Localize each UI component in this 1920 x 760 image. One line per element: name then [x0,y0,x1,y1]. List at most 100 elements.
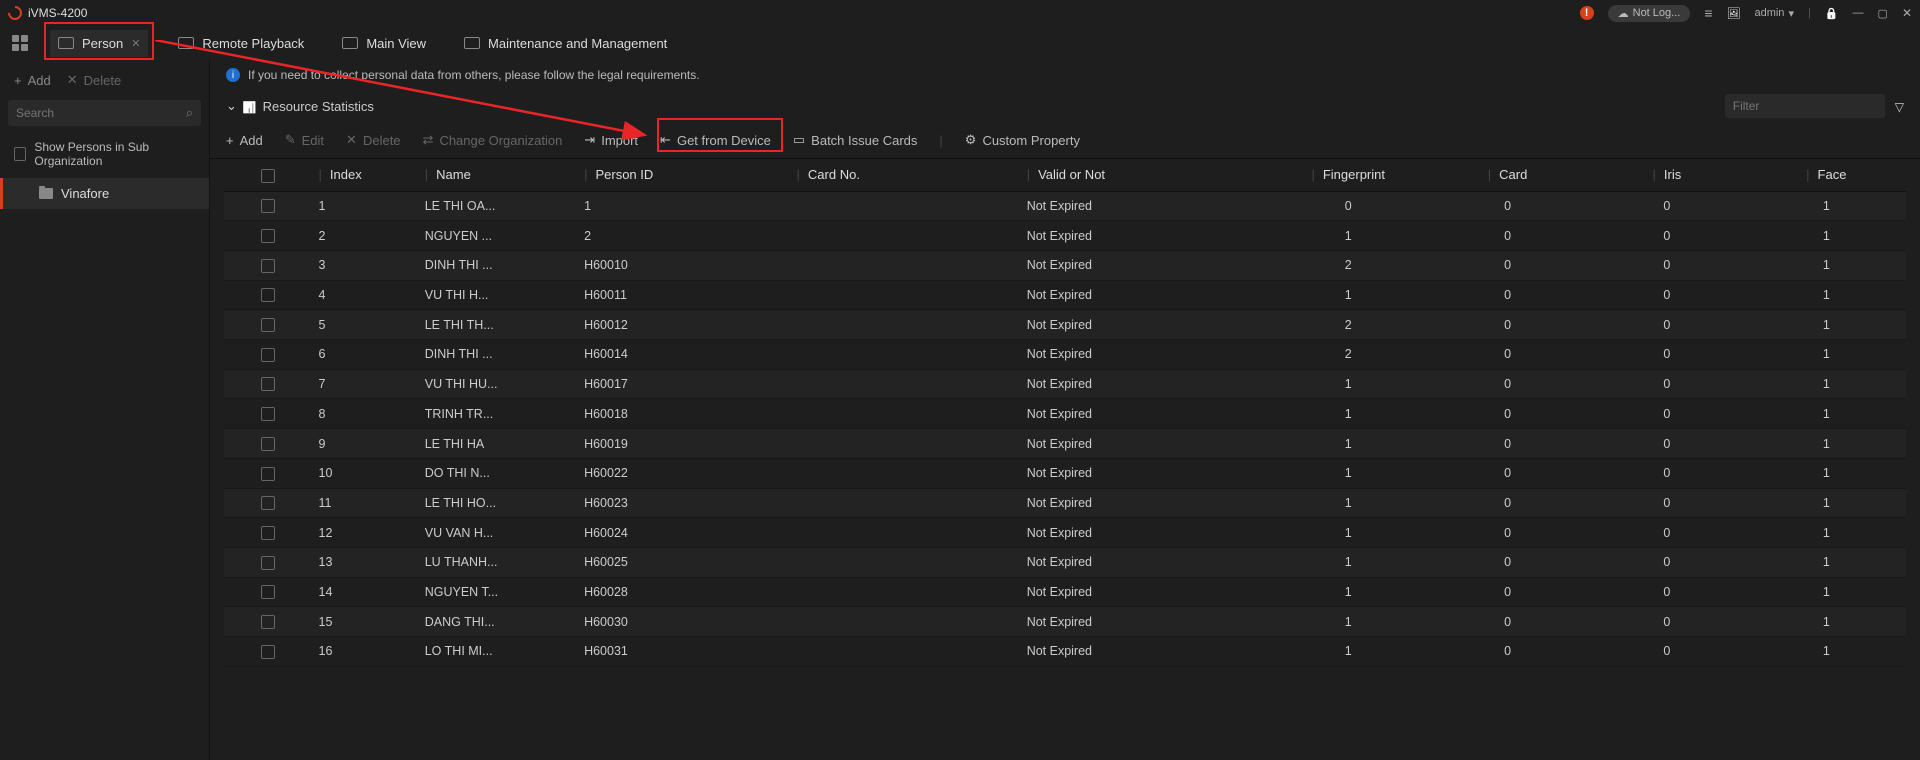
row-checkbox[interactable] [261,645,275,659]
cell-fingerprint: 1 [1269,429,1428,459]
title-bar: iVMS-4200 ! ☁ Not Log... admin ▾ | [0,0,1920,26]
import-button[interactable]: ⇥ Import [584,132,638,148]
table-row[interactable]: 5LE THI TH...H60012Not Expired2001 [224,310,1906,340]
window-minimize-button[interactable] [1853,7,1864,19]
close-icon[interactable]: ✕ [131,37,140,50]
row-checkbox[interactable] [261,556,275,570]
alert-icon[interactable]: ! [1580,6,1594,20]
tab-main-view[interactable]: Main View [334,30,434,57]
table-row[interactable]: 10DO THI N...H60022Not Expired1001 [224,458,1906,488]
app-grid-icon[interactable] [12,35,28,51]
person-table: |Index |Name |Person ID |Card No. |Valid… [224,159,1906,667]
delete-button[interactable]: ✕ Delete [346,132,400,148]
org-search-input[interactable] [16,106,186,120]
window-close-button[interactable] [1902,6,1912,20]
cell-fingerprint: 2 [1269,250,1428,280]
edit-button[interactable]: ✎ Edit [285,132,324,148]
org-add-button[interactable]: + Add [14,73,51,88]
tab-remote-playback[interactable]: Remote Playback [170,30,312,57]
row-checkbox[interactable] [261,615,275,629]
cell-card-no [791,250,1021,280]
cell-name: LO THI MI... [419,637,578,667]
table-row[interactable]: 11LE THI HO...H60023Not Expired1001 [224,488,1906,518]
col-face: |Face [1747,159,1906,191]
menu-list-icon[interactable] [1704,5,1712,21]
table-row[interactable]: 1LE THI OA...1Not Expired0001 [224,191,1906,221]
filter-icon[interactable] [1895,99,1904,114]
cell-fingerprint: 1 [1269,399,1428,429]
org-tree-item[interactable]: Vinafore [0,178,209,209]
cell-index: 9 [313,429,419,459]
row-checkbox[interactable] [261,526,275,540]
cloud-icon: ☁ [1618,7,1629,20]
custom-property-button[interactable]: ⚙ Custom Property [965,132,1080,148]
row-checkbox[interactable] [261,585,275,599]
row-checkbox[interactable] [261,407,275,421]
cell-index: 10 [313,458,419,488]
row-checkbox[interactable] [261,288,275,302]
cell-name: VU VAN H... [419,518,578,548]
filter-input[interactable] [1733,99,1888,113]
row-checkbox[interactable] [261,259,275,273]
tab-person[interactable]: Person ✕ [50,30,148,57]
checkbox-icon [14,147,26,161]
tab-bar: Person ✕ Remote Playback Main View Maint… [0,26,1920,60]
cell-index: 4 [313,280,419,310]
cell-person-id: H60030 [578,607,790,637]
row-checkbox[interactable] [261,318,275,332]
row-checkbox[interactable] [261,467,275,481]
cell-card-no [791,488,1021,518]
table-row[interactable]: 6DINH THI ...H60014Not Expired2001 [224,340,1906,370]
batch-issue-button[interactable]: ▭ Batch Issue Cards [793,132,918,148]
cloud-login-button[interactable]: ☁ Not Log... [1608,5,1691,22]
cell-iris: 0 [1587,488,1746,518]
table-row[interactable]: 9LE THI HAH60019Not Expired1001 [224,429,1906,459]
table-row[interactable]: 12VU VAN H...H60024Not Expired1001 [224,518,1906,548]
resource-statistics-toggle[interactable]: ⌄ Resource Statistics [226,98,374,114]
table-row[interactable]: 13LU THANH...H60025Not Expired1001 [224,548,1906,578]
person-table-wrap[interactable]: |Index |Name |Person ID |Card No. |Valid… [224,159,1906,752]
cell-card: 0 [1428,369,1587,399]
picture-icon[interactable] [1727,7,1741,20]
row-checkbox[interactable] [261,199,275,213]
table-row[interactable]: 3DINH THI ...H60010Not Expired2001 [224,250,1906,280]
get-from-device-button[interactable]: ⇤ Get from Device [660,132,771,148]
cell-person-id: H60014 [578,340,790,370]
table-row[interactable]: 4VU THI H...H60011Not Expired1001 [224,280,1906,310]
table-row[interactable]: 2NGUYEN ...2Not Expired1001 [224,221,1906,251]
cell-fingerprint: 1 [1269,577,1428,607]
resource-statistics-label: Resource Statistics [263,99,374,114]
tab-maintenance[interactable]: Maintenance and Management [456,30,675,57]
table-row[interactable]: 15DANG THI...H60030Not Expired1001 [224,607,1906,637]
window-maximize-button[interactable] [1878,7,1888,20]
row-checkbox[interactable] [261,377,275,391]
select-all-checkbox[interactable] [261,169,275,183]
row-checkbox[interactable] [261,496,275,510]
row-checkbox[interactable] [261,437,275,451]
cell-face: 1 [1747,458,1906,488]
cell-iris: 0 [1587,548,1746,578]
cell-face: 1 [1747,577,1906,607]
cell-iris: 0 [1587,191,1746,221]
col-iris: |Iris [1587,159,1746,191]
tab-label: Remote Playback [202,36,304,51]
cell-fingerprint: 1 [1269,221,1428,251]
org-delete-button[interactable]: ✕ Delete [67,72,121,88]
cell-iris: 0 [1587,637,1746,667]
change-org-button[interactable]: ⇄ Change Organization [423,132,563,148]
tbtn-label: Edit [302,133,324,148]
row-checkbox[interactable] [261,348,275,362]
tbtn-label: Import [601,133,638,148]
show-subs-checkbox[interactable]: Show Persons in Sub Organization [0,130,209,178]
add-button[interactable]: + Add [226,133,263,148]
cell-fingerprint: 1 [1269,607,1428,637]
lock-icon[interactable] [1825,7,1839,20]
user-menu[interactable]: admin ▾ [1754,7,1794,20]
table-row[interactable]: 14NGUYEN T...H60028Not Expired1001 [224,577,1906,607]
cell-person-id: H60022 [578,458,790,488]
search-icon[interactable]: ⌕ [186,105,193,121]
row-checkbox[interactable] [261,229,275,243]
table-row[interactable]: 16LO THI MI...H60031Not Expired1001 [224,637,1906,667]
table-row[interactable]: 7VU THI HU...H60017Not Expired1001 [224,369,1906,399]
table-row[interactable]: 8TRINH TR...H60018Not Expired1001 [224,399,1906,429]
